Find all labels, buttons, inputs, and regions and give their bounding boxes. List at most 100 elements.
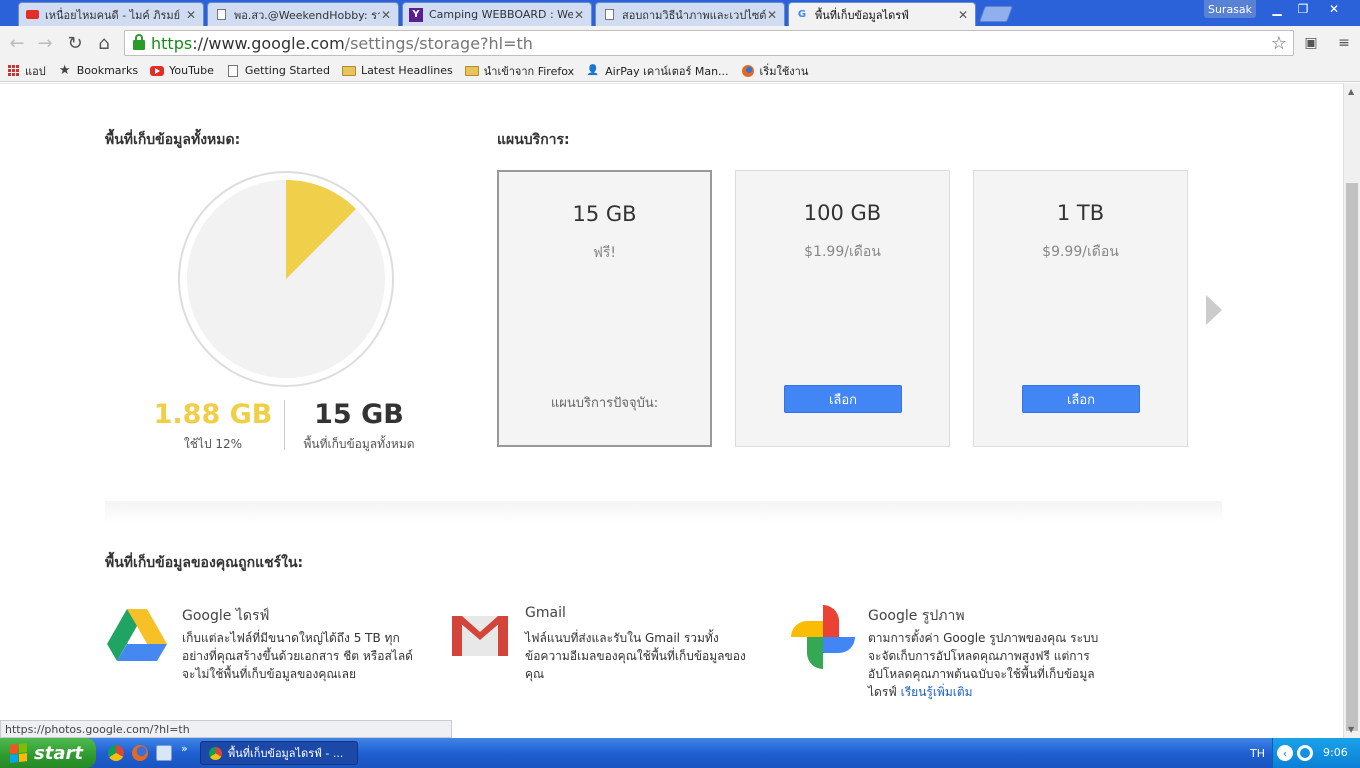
storage-title: พื้นที่เก็บข้อมูลทั้งหมด: — [105, 132, 241, 148]
bookmark-apps[interactable]: แอป — [6, 62, 46, 80]
new-tab-button[interactable] — [979, 6, 1013, 22]
url-text: https://www.google.com/settings/storage?… — [151, 33, 533, 53]
next-plans-arrow-icon[interactable] — [1206, 295, 1222, 325]
scroll-down-icon[interactable]: ▼ — [1348, 725, 1354, 734]
taskbar: start » พื้นที่เก็บข้อมูลไดรฟ์ - ... TH … — [0, 738, 1360, 768]
used-value: 1.88 GB — [153, 399, 273, 430]
scrollbar-thumb[interactable] — [1346, 183, 1358, 731]
tab-label: พอ.สว.@WeekendHobby: ราย — [234, 8, 380, 22]
close-icon[interactable]: ✕ — [957, 8, 969, 22]
bookmark-youtube[interactable]: YouTube — [150, 64, 214, 77]
taskbar-window-chrome[interactable]: พื้นที่เก็บข้อมูลไดรฟ์ - ... — [200, 741, 358, 765]
address-bar[interactable]: https://www.google.com/settings/storage?… — [124, 30, 1294, 56]
plan-price: ฟรี! — [592, 245, 617, 261]
bookmark-getting-started[interactable]: Getting Started — [226, 64, 330, 77]
plan-size: 15 GB — [572, 202, 637, 226]
bookmark-start[interactable]: เริ่มใช้งาน — [741, 62, 808, 80]
windows-logo-icon — [10, 743, 28, 763]
total-label: พื้นที่เก็บข้อมูลทั้งหมด — [303, 437, 415, 451]
service-name-gmail: Gmail — [525, 605, 566, 621]
tab-drive-storage[interactable]: G พื้นที่เก็บข้อมูลไดรฟ์ ✕ — [788, 2, 976, 26]
youtube-icon — [150, 65, 165, 77]
quicklaunch-more-icon[interactable]: » — [181, 742, 188, 755]
reload-icon[interactable]: ↻ — [64, 32, 86, 54]
extension-icon[interactable]: ▣ — [1302, 34, 1320, 52]
tab-strip: เหนื่อยไหมคนดี - ไมค์ ภิรมย์ ✕ พอ.สว.@We… — [0, 0, 1360, 26]
service-desc-photos: ตามการตั้งค่า Google รูปภาพของคุณ ระบบจะ… — [868, 631, 1099, 699]
firefox-icon[interactable] — [132, 745, 148, 761]
yahoo-icon: Y — [409, 7, 423, 22]
folder-icon — [341, 65, 356, 77]
plan-price: $9.99/เดือน — [1042, 244, 1119, 260]
tab-label: เหนื่อยไหมคนดี - ไมค์ ภิรมย์ — [45, 8, 181, 22]
tab-weekendhobby[interactable]: พอ.สว.@WeekendHobby: ราย ✕ — [207, 2, 399, 26]
current-plan-label: แผนบริการปัจจุบัน: — [550, 396, 659, 411]
bookmark-firefox-import[interactable]: นำเข้าจาก Firefox — [464, 62, 574, 80]
network-icon[interactable] — [1297, 745, 1313, 761]
close-icon[interactable]: ✕ — [185, 8, 197, 22]
bookmarks-bar: แอป ★ Bookmarks YouTube Getting Started … — [0, 60, 1360, 82]
tab-label: พื้นที่เก็บข้อมูลไดรฟ์ — [815, 8, 909, 22]
close-icon[interactable]: ✕ — [573, 8, 585, 22]
browser-toolbar: ← → ↻ ⌂ https://www.google.com/settings/… — [0, 26, 1360, 60]
select-plan-100gb-button[interactable]: เลือก — [784, 385, 902, 413]
page-icon — [214, 8, 228, 22]
learn-more-link[interactable]: เรียนรู้เพิ่มเติม — [901, 685, 973, 699]
total-value: 15 GB — [314, 399, 404, 430]
tab-label: Camping WEBBOARD : Week — [429, 8, 573, 21]
tab-camping[interactable]: Y Camping WEBBOARD : Week ✕ — [402, 2, 592, 26]
folder-icon — [464, 65, 479, 77]
forward-icon[interactable]: → — [34, 32, 56, 54]
tab-youtube[interactable]: เหนื่อยไหมคนดี - ไมค์ ภิรมย์ ✕ — [18, 2, 204, 26]
service-desc-drive: เก็บแต่ละไฟล์ที่มีขนาดใหญ่ได้ถึง 5 TB ทุ… — [182, 631, 413, 681]
plan-size: 1 TB — [1056, 201, 1105, 225]
menu-icon[interactable]: ≡ — [1335, 34, 1353, 52]
scroll-up-icon[interactable]: ▲ — [1348, 87, 1354, 96]
bookmark-latest-headlines[interactable]: Latest Headlines — [341, 64, 453, 77]
close-icon[interactable]: ✕ — [766, 8, 778, 22]
clock: 9:06 — [1323, 746, 1348, 759]
profile-button[interactable]: Surasak — [1204, 0, 1256, 18]
service-name-drive: Google ไดรฟ์ — [182, 608, 270, 624]
airpay-icon: 👤 — [586, 65, 600, 76]
tray-expand-icon[interactable]: ‹ — [1277, 745, 1293, 761]
plan-price: $1.99/เดือน — [804, 244, 881, 260]
gmail-icon — [452, 616, 508, 656]
start-button[interactable]: start — [0, 738, 96, 768]
star-icon: ★ — [58, 63, 71, 78]
bookmark-star-icon[interactable]: ☆ — [1271, 33, 1287, 54]
page-icon — [602, 8, 616, 22]
close-window-icon[interactable]: ✕ — [1318, 0, 1350, 18]
plan-size: 100 GB — [803, 201, 882, 225]
home-icon[interactable]: ⌂ — [93, 32, 115, 54]
service-name-photos: Google รูปภาพ — [868, 608, 965, 624]
page-content: พื้นที่เก็บข้อมูลทั้งหมด: 1.88 GB ใช้ไป … — [0, 83, 1343, 721]
page-icon — [226, 64, 240, 77]
close-icon[interactable]: ✕ — [380, 8, 392, 22]
back-icon[interactable]: ← — [6, 32, 28, 54]
minimize-icon[interactable]: ▁ — [1264, 0, 1290, 18]
language-indicator[interactable]: TH — [1250, 747, 1265, 760]
page-scrollbar[interactable]: ▲ ▼ — [1343, 83, 1360, 738]
divider — [0, 83, 1343, 84]
section-separator — [105, 501, 1222, 523]
google-photos-icon — [791, 605, 855, 669]
chrome-icon[interactable] — [108, 745, 124, 761]
storage-pie-chart — [178, 171, 394, 387]
bookmark-airpay[interactable]: 👤 AirPay เคาน์เตอร์ Man... — [586, 62, 729, 80]
chrome-icon — [209, 746, 222, 760]
youtube-icon — [25, 8, 39, 22]
explorer-icon[interactable] — [156, 745, 172, 761]
used-label: ใช้ไป 12% — [183, 437, 243, 451]
select-plan-1tb-button[interactable]: เลือก — [1022, 385, 1140, 413]
tab-label: สอบถามวิธีนำภาพและเวปไซต์ — [622, 8, 766, 22]
apps-icon — [6, 65, 20, 77]
restore-icon[interactable]: ❐ — [1290, 0, 1316, 18]
plan-card-15gb: 15 GB ฟรี! แผนบริการปัจจุบัน: — [497, 170, 712, 447]
lock-icon — [133, 34, 145, 50]
service-desc-gmail: ไฟล์แนบที่ส่งและรับใน Gmail รวมทั้งข้อคว… — [525, 631, 746, 681]
firefox-icon — [741, 64, 755, 77]
tab-question[interactable]: สอบถามวิธีนำภาพและเวปไซต์ ✕ — [595, 2, 785, 26]
bookmark-bookmarks[interactable]: ★ Bookmarks — [58, 63, 138, 78]
system-tray: ‹ 9:06 — [1272, 738, 1360, 768]
